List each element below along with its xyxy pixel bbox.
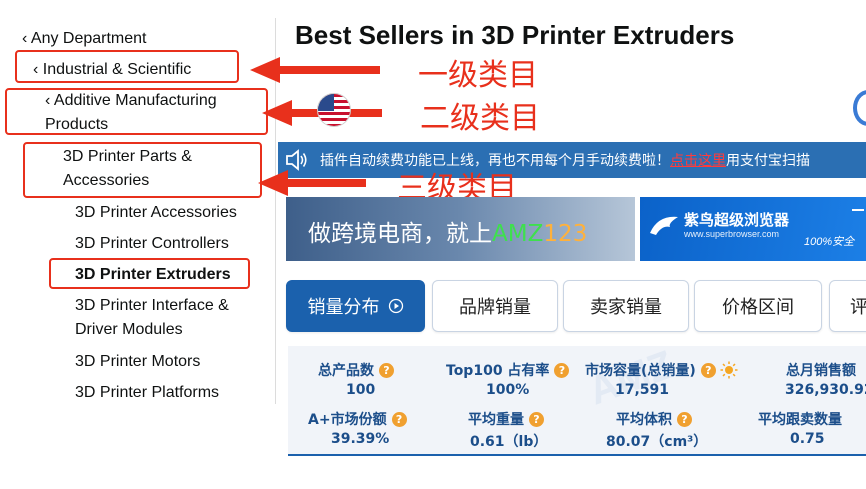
arrow-left-icon xyxy=(258,170,366,196)
tab-price-range[interactable]: 价格区间 xyxy=(694,280,822,332)
question-icon[interactable]: ? xyxy=(554,362,570,378)
question-icon[interactable]: ? xyxy=(700,362,716,378)
level3-category-link[interactable]: 3D Printer Parts & Accessories xyxy=(63,145,233,193)
tab-reviews[interactable]: 评 xyxy=(829,280,866,332)
amz123-ad-banner[interactable]: 做跨境电商，就上AMZ123 xyxy=(286,197,635,261)
stat-label-text: A+市场份额 xyxy=(308,412,387,428)
level1-category-link[interactable]: ‹ Industrial & Scientific xyxy=(33,58,191,82)
amz123-banner-text: 做跨境电商，就上AMZ123 xyxy=(308,214,587,248)
superbrowser-slogan: 100%安全 xyxy=(804,236,855,248)
market-stats-panel: AMZ 总产品数? 100 Top100 占有率? 100% 市场容量(总销量)… xyxy=(288,346,866,456)
stat-avg-volume-value: 80.07（cm³） xyxy=(606,434,708,450)
stat-label-text: 总月销售额 xyxy=(786,363,856,379)
sidebar-item-controllers[interactable]: 3D Printer Controllers xyxy=(75,232,229,256)
banner-dash xyxy=(852,209,864,211)
stat-total-products-label: 总产品数? xyxy=(318,360,394,380)
stat-label-text: 平均跟卖数量 xyxy=(758,412,842,428)
question-icon[interactable]: ? xyxy=(677,411,692,427)
bird-logo-icon xyxy=(650,216,678,235)
play-circle-icon xyxy=(388,298,403,314)
stat-avg-volume-label: 平均体积? xyxy=(616,409,692,429)
superbrowser-title: 紫鸟超级浏览器 xyxy=(684,212,790,229)
category-sidebar: ‹ Any Department ‹ Industrial & Scientif… xyxy=(0,0,276,489)
stat-avg-sellers-value: 0.75 xyxy=(790,431,825,447)
annotation-level2: 二级类目 xyxy=(420,101,540,136)
amz123-brand-orange: 123 xyxy=(543,221,588,247)
stat-avg-weight-value: 0.61（lb） xyxy=(470,434,548,450)
question-icon[interactable]: ? xyxy=(391,411,407,427)
page-title: Best Sellers in 3D Printer Extruders xyxy=(295,20,735,50)
amz123-brand-green: AMZ xyxy=(492,221,544,247)
arrow-left-icon xyxy=(250,57,380,83)
tab-sales-distribution[interactable]: 销量分布 xyxy=(286,280,425,332)
tab-label: 卖家销量 xyxy=(590,297,662,318)
question-icon[interactable]: ? xyxy=(379,362,394,378)
stat-a-plus-share-value: 39.39% xyxy=(331,431,390,447)
stat-avg-weight-label: 平均重量? xyxy=(468,409,544,429)
stat-market-capacity-label: 市场容量(总销量)? xyxy=(585,360,738,380)
stat-total-products-value: 100 xyxy=(346,382,376,398)
sidebar-item-interface-driver[interactable]: 3D Printer Interface & Driver Modules xyxy=(75,294,265,342)
question-icon[interactable]: ? xyxy=(529,411,544,427)
stat-label-text: Top100 占有率 xyxy=(446,363,550,379)
stat-label-text: 总产品数 xyxy=(318,363,374,379)
amz123-banner-prefix: 做跨境电商，就上 xyxy=(308,221,492,247)
notice-text-after: 用支付宝扫描 xyxy=(726,152,810,168)
stat-monthly-sales-label: 总月销售额 xyxy=(786,360,856,380)
superbrowser-ad-banner[interactable]: 紫鸟超级浏览器 www.superbrowser.com 100%安全 xyxy=(640,197,866,261)
sidebar-item-platforms[interactable]: 3D Printer Platforms xyxy=(75,381,219,405)
tab-seller-sales[interactable]: 卖家销量 xyxy=(563,280,689,332)
stat-label-text: 平均体积 xyxy=(616,412,672,428)
us-flag-icon[interactable] xyxy=(317,93,351,127)
tab-label: 品牌销量 xyxy=(459,297,531,318)
sun-icon xyxy=(720,361,738,379)
stat-top100-share-label: Top100 占有率? xyxy=(446,360,570,380)
extension-logo-icon[interactable] xyxy=(853,90,866,126)
stat-label-text: 平均重量 xyxy=(468,412,524,428)
sidebar-item-motors[interactable]: 3D Printer Motors xyxy=(75,350,200,374)
sidebar-item-accessories[interactable]: 3D Printer Accessories xyxy=(75,201,237,225)
tab-label: 销量分布 xyxy=(307,297,380,318)
tab-label: 评 xyxy=(850,297,866,318)
any-department-link[interactable]: ‹ Any Department xyxy=(22,27,147,51)
stat-top100-share-value: 100% xyxy=(486,382,530,398)
superbrowser-url: www.superbrowser.com xyxy=(684,229,780,239)
notice-link[interactable]: 点击这里 xyxy=(670,150,726,170)
tab-brand-sales[interactable]: 品牌销量 xyxy=(432,280,558,332)
level2-category-link[interactable]: ‹ Additive Manufacturing Products xyxy=(45,89,255,137)
tab-label: 价格区间 xyxy=(722,297,794,318)
annotation-level1: 一级类目 xyxy=(418,58,538,93)
stat-market-capacity-value: 17,591 xyxy=(615,382,670,398)
stat-monthly-sales-value: 326,930.92 xyxy=(785,382,866,398)
stat-avg-sellers-label: 平均跟卖数量 xyxy=(758,409,842,429)
stat-label-text: 市场容量(总销量) xyxy=(585,363,696,379)
stat-a-plus-share-label: A+市场份额? xyxy=(308,409,407,429)
watermark: AMZ xyxy=(582,346,680,414)
sidebar-item-extruders-current: 3D Printer Extruders xyxy=(75,266,231,283)
